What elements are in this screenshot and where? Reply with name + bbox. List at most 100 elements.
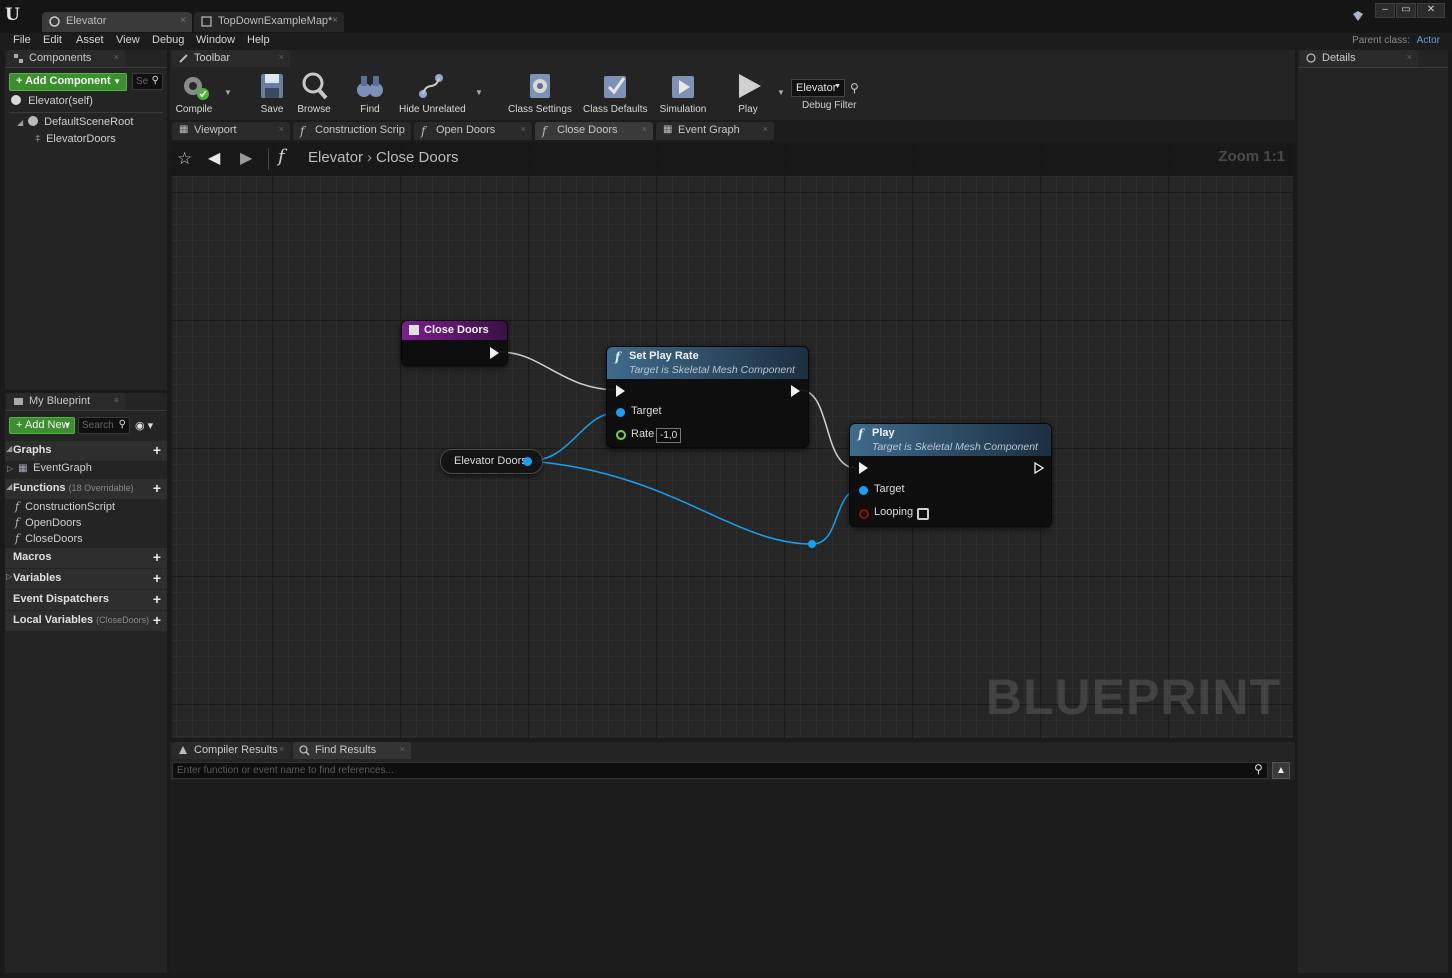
menu-file[interactable]: File — [13, 34, 31, 46]
tab-event-graph[interactable]: ▦ Event Graph × — [656, 122, 774, 140]
function-item-open-doors[interactable]: f OpenDoors — [15, 516, 81, 529]
target-pin[interactable] — [616, 408, 625, 417]
exec-in-pin[interactable] — [616, 385, 625, 397]
add-macro-plus-icon[interactable]: + — [153, 549, 161, 565]
document-tab-elevator[interactable]: Elevator × — [42, 12, 192, 32]
exec-out-pin[interactable] — [1034, 462, 1044, 474]
expand-arrow-icon[interactable]: ◢ — [17, 118, 25, 127]
find-search-icon[interactable]: ⚲ — [1254, 762, 1263, 776]
class-settings-button[interactable]: Class Settings — [508, 68, 572, 118]
find-button[interactable]: Find — [342, 68, 398, 118]
my-blueprint-search-input[interactable]: Search ⚲ — [78, 417, 130, 434]
tab-open-doors[interactable]: f Open Doors × — [414, 122, 532, 140]
unreal-logo-icon[interactable]: U — [5, 4, 27, 26]
add-graph-plus-icon[interactable]: + — [153, 442, 161, 458]
minimize-button[interactable]: – — [1375, 3, 1395, 18]
menu-edit[interactable]: Edit — [43, 34, 62, 46]
simulation-button[interactable]: Simulation — [655, 68, 711, 118]
play-options-chevron-icon[interactable]: ▼ — [777, 88, 785, 97]
class-defaults-button[interactable]: Class Defaults — [583, 68, 647, 118]
tab-find-results[interactable]: Find Results × — [293, 742, 411, 759]
looping-pin[interactable] — [859, 509, 869, 519]
close-icon[interactable]: × — [1407, 52, 1412, 62]
add-function-plus-icon[interactable]: + — [153, 480, 161, 496]
category-local-variables[interactable]: Local Variables (CloseDoors) + — [5, 611, 167, 631]
hide-unrelated-options-chevron-icon[interactable]: ▼ — [475, 88, 483, 97]
play-button[interactable]: Play — [720, 68, 776, 118]
close-icon[interactable]: × — [279, 744, 284, 754]
notification-icon[interactable] — [1352, 10, 1364, 22]
category-macros[interactable]: Macros + — [5, 548, 167, 568]
close-icon[interactable]: × — [642, 124, 647, 134]
menu-help[interactable]: Help — [247, 34, 270, 46]
hide-unrelated-button[interactable]: Hide Unrelated — [399, 68, 466, 118]
component-search-input[interactable]: Se ⚲ — [132, 73, 163, 90]
category-graphs[interactable]: ◢ Graphs + — [5, 441, 167, 461]
function-item-construction-script[interactable]: f ConstructionScript — [15, 500, 115, 513]
expand-arrow-icon[interactable]: ▷ — [7, 464, 15, 473]
parent-class-link[interactable]: Actor — [1417, 35, 1440, 46]
compile-button[interactable]: Compile — [166, 68, 222, 118]
document-tab-map[interactable]: TopDownExampleMap* × — [194, 12, 344, 32]
menu-asset[interactable]: Asset — [76, 34, 104, 46]
tab-my-blueprint[interactable]: My Blueprint × — [7, 393, 125, 410]
add-local-variable-plus-icon[interactable]: + — [153, 612, 161, 628]
debug-object-select[interactable]: Elevator ▼ — [791, 79, 845, 97]
component-elevator-doors[interactable]: ⍏ ElevatorDoors — [35, 133, 116, 145]
variable-out-pin[interactable] — [523, 457, 532, 466]
rate-value-input[interactable]: -1,0 — [656, 428, 682, 443]
exec-out-pin[interactable] — [490, 347, 499, 359]
close-icon[interactable]: × — [332, 15, 338, 26]
debug-search-icon[interactable]: ⚲ — [850, 81, 859, 95]
category-variables[interactable]: ▷ Variables + — [5, 569, 167, 589]
close-icon[interactable]: × — [114, 52, 119, 62]
tab-components[interactable]: Components × — [7, 50, 125, 67]
function-entry-node[interactable]: Close Doors — [401, 320, 508, 366]
menu-debug[interactable]: Debug — [152, 34, 184, 46]
menu-view[interactable]: View — [116, 34, 140, 46]
browse-button[interactable]: Browse — [286, 68, 342, 118]
maximize-button[interactable]: ▭ — [1396, 3, 1416, 18]
close-icon[interactable]: × — [521, 124, 526, 134]
category-event-dispatchers[interactable]: Event Dispatchers + — [5, 590, 167, 610]
play-node[interactable]: f Play Target is Skeletal Mesh Component… — [849, 423, 1052, 527]
add-variable-plus-icon[interactable]: + — [153, 570, 161, 586]
tab-details[interactable]: Details × — [1300, 50, 1418, 67]
tab-toolbar[interactable]: Toolbar × — [172, 50, 290, 67]
blueprint-graph[interactable]: ☆ ◀ ▶ f Elevator › Close Doors Zoom 1:1 Cl… — [172, 142, 1293, 738]
function-item-close-doors[interactable]: f CloseDoors — [15, 532, 83, 545]
elevator-doors-variable-node[interactable]: Elevator Doors — [440, 449, 543, 474]
close-icon[interactable]: × — [400, 744, 405, 754]
set-play-rate-node[interactable]: f Set Play Rate Target is Skeletal Mesh … — [606, 346, 809, 448]
tab-compiler-results[interactable]: Compiler Results × — [172, 742, 290, 759]
exec-in-pin[interactable] — [859, 462, 868, 474]
target-pin[interactable] — [859, 486, 868, 495]
compile-options-chevron-icon[interactable]: ▼ — [224, 88, 232, 97]
menu-window[interactable]: Window — [196, 34, 235, 46]
looping-checkbox[interactable] — [917, 508, 929, 520]
tab-close-doors[interactable]: f Close Doors × — [535, 122, 653, 140]
exec-out-pin[interactable] — [791, 385, 800, 397]
add-component-button[interactable]: + Add Component ▼ — [9, 73, 127, 91]
tab-construction-script[interactable]: f Construction Scrip — [293, 122, 411, 140]
close-icon[interactable]: × — [279, 52, 284, 62]
rate-pin[interactable] — [616, 430, 626, 440]
component-self-item[interactable]: Elevator(self) — [5, 95, 167, 111]
graph-item-event-graph[interactable]: ▷ ▦ EventGraph — [7, 462, 92, 474]
collapse-arrow-icon[interactable]: ◢ — [6, 482, 14, 491]
close-icon[interactable]: × — [114, 395, 119, 405]
close-window-button[interactable]: ✕ — [1417, 3, 1445, 18]
close-icon[interactable]: × — [763, 124, 768, 134]
component-default-scene-root[interactable]: ◢ DefaultSceneRoot — [17, 116, 133, 128]
category-functions[interactable]: ◢ Functions (18 Overridable) + — [5, 479, 167, 499]
add-dispatcher-plus-icon[interactable]: + — [153, 591, 161, 607]
find-references-input[interactable]: Enter function or event name to find ref… — [172, 762, 1268, 779]
close-icon[interactable]: × — [180, 15, 186, 26]
view-options-eye-icon[interactable]: ◉ ▾ — [135, 419, 161, 432]
tab-viewport[interactable]: ▦ Viewport × — [172, 122, 290, 140]
collapse-arrow-icon[interactable]: ◢ — [6, 444, 14, 453]
find-in-all-blueprints-button[interactable]: ▲ — [1272, 762, 1290, 779]
add-new-button[interactable]: + Add New ▼ — [9, 417, 75, 434]
expand-arrow-icon[interactable]: ▷ — [6, 572, 14, 581]
close-icon[interactable]: × — [279, 124, 284, 134]
